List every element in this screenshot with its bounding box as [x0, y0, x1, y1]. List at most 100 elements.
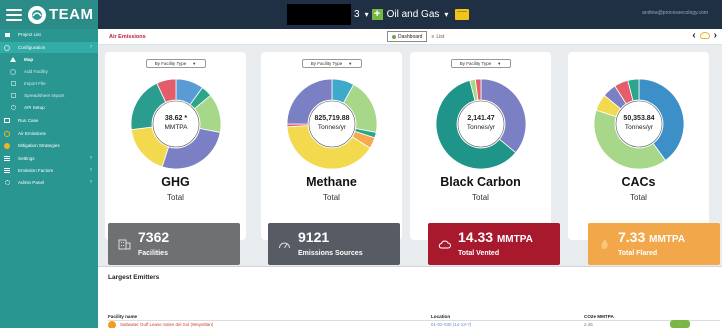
- methane-card: By Facility Type ▼ 825,719.88 Tonnes/yr M…: [261, 52, 402, 240]
- folder-icon[interactable]: [455, 9, 470, 20]
- facilities-stat: 7362 Facilities: [108, 223, 240, 265]
- gear-icon: [4, 180, 10, 185]
- location-cell[interactable]: 01-02-030 (14-13-?): [431, 322, 471, 327]
- row-action-badge[interactable]: [670, 320, 690, 328]
- sidebar-item-label: Project List: [18, 32, 41, 37]
- sidebar-item-import-file[interactable]: Import File: [0, 78, 98, 89]
- sidebar-item-settings[interactable]: Settings ›: [0, 153, 98, 164]
- chevron-left-icon[interactable]: ‹: [692, 30, 695, 41]
- map-icon: [10, 57, 16, 62]
- dashboard-label: Dashboard: [398, 33, 423, 40]
- center-value: 50,353.84: [623, 115, 655, 122]
- add-icon: [10, 68, 16, 75]
- facility-status-icon: [108, 321, 116, 328]
- chevron-down-icon: ▼: [348, 61, 353, 66]
- ghg-card: By Facility Type ▼ 38.62 * MMTPA GHG Tota…: [105, 52, 246, 240]
- sidebar-item-label: Admin Panel: [18, 180, 45, 185]
- sidebar-item-project-list[interactable]: Project List: [0, 29, 98, 40]
- sidebar-item-admin-panel[interactable]: Admin Panel ›: [0, 177, 98, 188]
- selector-number[interactable]: 3: [354, 9, 360, 20]
- dashboard-view-button[interactable]: Dashboard: [387, 31, 428, 42]
- monitor-icon: [4, 118, 10, 123]
- center-value: 825,719.88: [314, 115, 350, 122]
- sidebar-item-label: Configuration: [18, 45, 46, 50]
- spreadsheet-icon: [10, 93, 16, 98]
- ring-icon: [4, 130, 10, 137]
- chevron-right-icon: ›: [90, 44, 92, 50]
- co2e-cell: 2.45: [584, 322, 593, 327]
- card-title: CACs: [621, 175, 656, 189]
- stat-number: 14.33: [458, 229, 494, 245]
- largest-emitters-panel: Largest Emitters Facility name Location …: [98, 266, 722, 328]
- sidebar-item-api-setup[interactable]: API Setup: [0, 102, 98, 113]
- sidebar-item-label: Mitigation Strategies: [18, 143, 60, 148]
- card-subtitle: Total: [323, 193, 340, 202]
- card-title: GHG: [161, 175, 190, 189]
- chevron-right-icon: ›: [90, 167, 92, 173]
- center-unit: Tonnes/yr: [317, 124, 347, 131]
- user-email[interactable]: andrea@processecology.com: [642, 10, 708, 16]
- redacted-project-name: [287, 4, 351, 25]
- stat-value: 14.33 MMTPA: [458, 229, 533, 245]
- chevron-right-icon: ›: [90, 179, 92, 185]
- lightbulb-icon: [4, 142, 10, 149]
- sidebar-item-add-facility[interactable]: Add Facility: [0, 66, 98, 77]
- facility-type-select[interactable]: By Facility Type ▼: [450, 59, 511, 68]
- building-icon: [118, 239, 131, 250]
- cloud-icon: [438, 240, 451, 249]
- facility-type-select[interactable]: By Facility Type ▼: [301, 59, 362, 68]
- flame-icon: [601, 239, 608, 249]
- hamburger-menu-icon[interactable]: [6, 8, 22, 21]
- section-title: Largest Emitters: [108, 274, 160, 281]
- header-actions: ‹ ›: [690, 30, 719, 41]
- card-title: Black Carbon: [440, 175, 521, 189]
- sidebar-item-label: API Setup: [24, 105, 45, 110]
- center-unit: Tonnes/yr: [624, 124, 654, 131]
- facility-type-select-label: By Facility Type: [310, 61, 343, 66]
- chevron-right-icon[interactable]: ›: [714, 30, 717, 41]
- sidebar-item-emission-factors[interactable]: Emission Factors ›: [0, 165, 98, 176]
- sidebar-item-label: Add Facility: [24, 69, 48, 74]
- stat-value: 7.33 MMTPA: [618, 229, 685, 245]
- sidebar-item-mitigation-strategies[interactable]: Mitigation Strategies: [0, 140, 98, 151]
- cacs-card: 50,353.84 Tonnes/yr CACs Total: [568, 52, 709, 240]
- settings-icon: [4, 156, 10, 161]
- card-title: Methane: [306, 175, 357, 189]
- chevron-down-icon[interactable]: ▾: [365, 10, 369, 19]
- column-header-co2e[interactable]: CO2e MMTPA: [584, 314, 614, 319]
- stat-label: Emissions Sources: [298, 250, 363, 257]
- industry-select[interactable]: Oil and Gas: [387, 9, 440, 20]
- sidebar-item-label: Map: [24, 57, 34, 62]
- stat-value: 9121: [298, 229, 329, 245]
- chevron-down-icon[interactable]: ▾: [444, 10, 448, 19]
- brand-area: TEAM: [0, 0, 98, 29]
- center-unit: Tonnes/yr: [466, 124, 496, 131]
- stat-value: 7362: [138, 229, 169, 245]
- sidebar-item-spreadsheet-import[interactable]: Spreadsheet Import: [0, 90, 98, 101]
- stat-label: Total Vented: [458, 250, 500, 257]
- sidebar-item-run-case[interactable]: Run Case: [0, 115, 98, 126]
- cloud-icon[interactable]: [699, 32, 710, 39]
- grid-icon: [4, 32, 10, 37]
- stat-label: Facilities: [138, 250, 168, 257]
- page-title: Air Emissions: [109, 34, 146, 40]
- facility-name-cell[interactable]: Saltwater Gulf Lease Sales del Sol (Weye…: [120, 322, 213, 327]
- total-flared-stat: 7.33 MMTPA Total Flared: [588, 223, 720, 265]
- add-project-button[interactable]: +: [371, 9, 383, 20]
- list-view-button[interactable]: ≡ List: [427, 31, 448, 42]
- card-subtitle: Total: [630, 193, 647, 202]
- sidebar-item-label: Spreadsheet Import: [24, 93, 65, 98]
- list-icon: ≡: [431, 33, 435, 40]
- center-value: 38.62 *: [164, 115, 188, 122]
- list-label: List: [436, 33, 445, 40]
- sidebar-item-air-emissions[interactable]: Air Emissions: [0, 128, 98, 139]
- gauge-icon: [279, 242, 290, 249]
- sidebar-item-map[interactable]: Map: [0, 54, 98, 65]
- sidebar-item-label: Import File: [24, 81, 46, 86]
- stat-number: 9121: [298, 229, 330, 245]
- column-header-location[interactable]: Location: [431, 314, 450, 319]
- column-header-facility[interactable]: Facility name: [108, 314, 137, 319]
- sidebar-item-configuration[interactable]: Configuration ›: [0, 42, 98, 53]
- facility-type-select[interactable]: By Facility Type ▼: [145, 59, 206, 68]
- stat-label: Total Flared: [618, 250, 658, 257]
